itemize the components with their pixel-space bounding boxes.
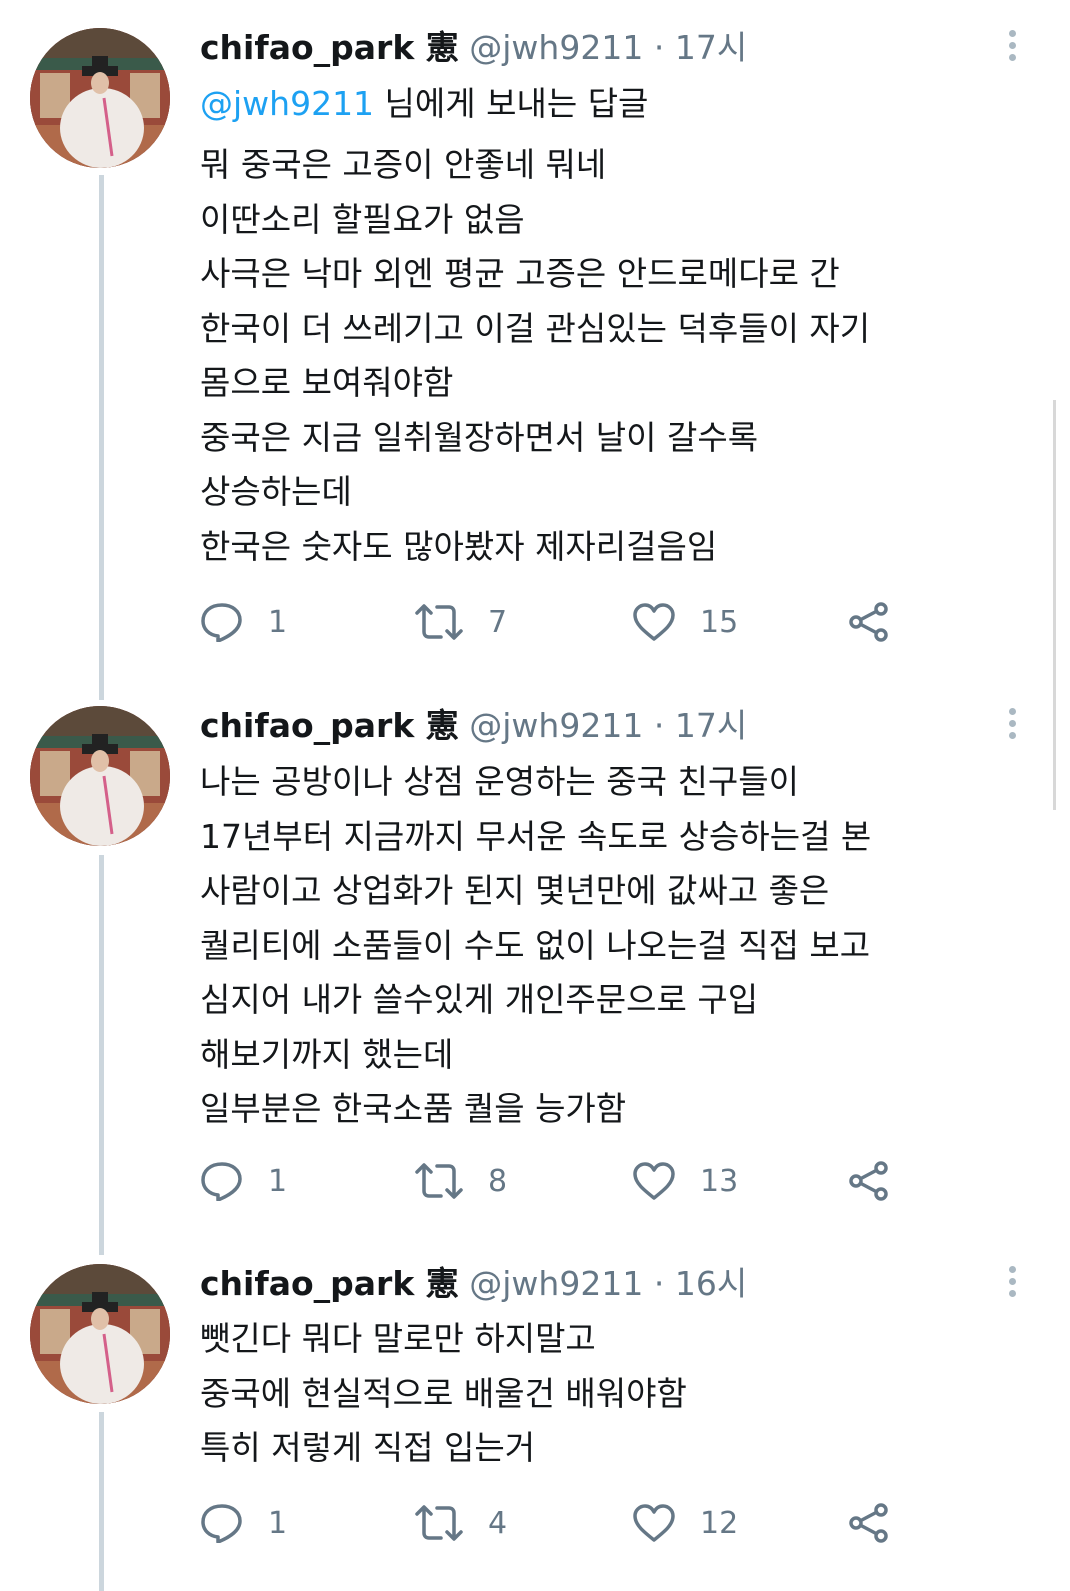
timestamp[interactable]: 17시 (675, 28, 747, 67)
separator-dot: · (653, 1264, 665, 1303)
reply-mention-link[interactable]: @jwh9211 (200, 84, 374, 123)
tweet-text-line: 중국에 현실적으로 배울건 배워야함 (200, 1373, 687, 1413)
user-handle[interactable]: @jwh9211 (469, 706, 643, 745)
heart-icon (633, 603, 675, 641)
heart-icon (633, 1504, 675, 1542)
avatar[interactable] (30, 28, 170, 168)
user-handle[interactable]: @jwh9211 (469, 28, 643, 67)
reply-icon (201, 603, 242, 642)
tweet-text-line: 해보기까지 했는데 (200, 1034, 454, 1074)
tweet-text-line: 사극은 낙마 외엔 평균 고증은 안드로메다로 간 (200, 254, 840, 293)
reply-count: 1 (268, 1163, 288, 1199)
tweet-text-line: 퀄리티에 소품들이 수도 없이 나오는걸 직접 보고 (200, 925, 871, 965)
reply-button[interactable]: 1 (200, 602, 287, 642)
retweet-button[interactable]: 4 (414, 1503, 507, 1543)
tweet-text-line: 17년부터 지금까지 무서운 속도로 상승하는걸 본 (200, 816, 872, 856)
share-button[interactable] (848, 602, 890, 642)
tweet-text: 뺏긴다 뭐다 말로만 하지말고 중국에 현실적으로 배울건 배워야함 특히 저렇… (200, 1312, 687, 1476)
share-button[interactable] (848, 1503, 890, 1543)
avatar-photo (30, 1264, 170, 1404)
tweet-text-line: 뭐 중국은 고증이 안좋네 뭐네 (200, 145, 607, 184)
share-icon (849, 1503, 888, 1543)
display-name[interactable]: chifao_park 憲 (200, 1264, 459, 1303)
retweet-count: 7 (488, 604, 508, 640)
tweet-text-line: 한국이 더 쓰레기고 이걸 관심있는 덕후들이 자기 (200, 308, 871, 348)
tweet[interactable]: chifao_park 憲 @jwh9211 · 17시 나는 공방이나 상점 … (0, 680, 1070, 1240)
retweet-button[interactable]: 8 (414, 1161, 507, 1201)
avatar[interactable] (30, 706, 170, 846)
tweet-text-line: 뺏긴다 뭐다 말로만 하지말고 (200, 1319, 596, 1358)
avatar[interactable] (30, 1264, 170, 1404)
retweet-icon (415, 1505, 463, 1541)
more-options-icon[interactable] (1000, 1262, 1024, 1306)
tweet-text-line: 나는 공방이나 상점 운영하는 중국 친구들이 (200, 762, 799, 801)
like-count: 12 (700, 1505, 739, 1541)
reply-count: 1 (268, 604, 288, 640)
retweet-button[interactable]: 7 (414, 602, 507, 642)
user-handle[interactable]: @jwh9211 (469, 1264, 643, 1303)
more-options-icon[interactable] (1000, 704, 1024, 748)
timestamp[interactable]: 17시 (675, 706, 747, 745)
tweet-text: 뭐 중국은 고증이 안좋네 뭐네 이딴소리 할필요가 없음 사극은 낙마 외엔 … (200, 138, 870, 574)
avatar-photo (30, 706, 170, 846)
retweet-icon (415, 1163, 463, 1199)
display-name[interactable]: chifao_park 憲 (200, 706, 459, 745)
tweet-text-line: 몸으로 보여줘야함 (200, 363, 454, 402)
separator-dot: · (653, 706, 665, 745)
tweet-text-line: 일부분은 한국소품 퀄을 능가함 (200, 1089, 627, 1128)
tweet-text-line: 심지어 내가 쓸수있게 개인주문으로 구입 (200, 980, 759, 1019)
retweet-count: 4 (488, 1505, 508, 1541)
tweet-header: chifao_park 憲 @jwh9211 · 17시 (200, 704, 747, 748)
like-button[interactable]: 12 (632, 1503, 738, 1543)
display-name[interactable]: chifao_park 憲 (200, 28, 459, 67)
reply-context: @jwh9211 님에게 보내는 답글 (200, 82, 648, 126)
share-button[interactable] (848, 1161, 890, 1201)
tweet-text-line: 한국은 숫자도 많아봤자 제자리걸음임 (200, 526, 718, 566)
tweet[interactable]: chifao_park 憲 @jwh9211 · 17시 @jwh9211 님에… (0, 0, 1070, 680)
reply-icon (201, 1504, 242, 1543)
more-options-icon[interactable] (1000, 26, 1024, 70)
tweet[interactable]: chifao_park 憲 @jwh9211 · 16시 뺏긴다 뭐다 말로만 … (0, 1240, 1070, 1591)
like-count: 13 (700, 1163, 739, 1199)
timestamp[interactable]: 16시 (675, 1264, 747, 1303)
share-icon (849, 1161, 888, 1201)
reply-button[interactable]: 1 (200, 1503, 287, 1543)
like-count: 15 (700, 604, 739, 640)
tweet-text: 나는 공방이나 상점 운영하는 중국 친구들이 17년부터 지금까지 무서운 속… (200, 755, 871, 1137)
scrollbar[interactable] (1053, 400, 1056, 810)
heart-icon (633, 1162, 675, 1200)
retweet-count: 8 (488, 1163, 508, 1199)
tweet-text-line: 상승하는데 (200, 472, 352, 511)
tweet-header: chifao_park 憲 @jwh9211 · 17시 (200, 26, 747, 70)
tweet-text-line: 이딴소리 할필요가 없음 (200, 199, 525, 239)
tweet-text-line: 중국은 지금 일취월장하면서 날이 갈수록 (200, 417, 759, 457)
share-icon (849, 602, 888, 642)
reply-count: 1 (268, 1505, 288, 1541)
reply-context-label: 님에게 보내는 답글 (374, 84, 649, 123)
tweet-header: chifao_park 憲 @jwh9211 · 16시 (200, 1262, 747, 1306)
tweet-text-line: 사람이고 상업화가 된지 몇년만에 값싸고 좋은 (200, 871, 830, 910)
like-button[interactable]: 13 (632, 1161, 738, 1201)
retweet-icon (415, 604, 463, 640)
reply-button[interactable]: 1 (200, 1161, 287, 1201)
avatar-photo (30, 28, 170, 168)
like-button[interactable]: 15 (632, 602, 738, 642)
reply-icon (201, 1162, 242, 1201)
separator-dot: · (653, 28, 665, 67)
tweet-text-line: 특히 저렇게 직접 입는거 (200, 1428, 536, 1467)
